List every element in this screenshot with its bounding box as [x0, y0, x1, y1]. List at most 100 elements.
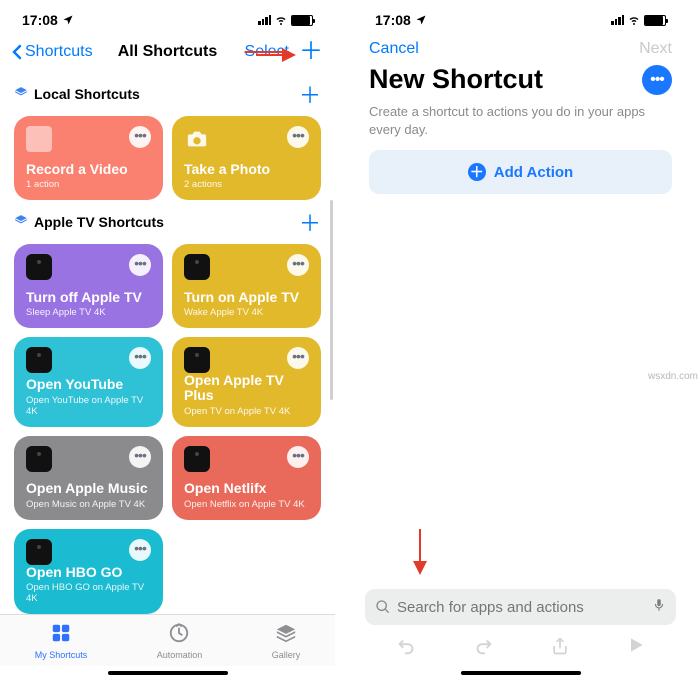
phone-shortcuts-list: 17:08 Shortcuts All Shortcuts Select ＋ [0, 0, 335, 680]
card-more-icon[interactable]: ••• [129, 446, 151, 468]
shortcut-options-button[interactable]: ••• [642, 65, 672, 95]
add-action-label: Add Action [494, 164, 573, 181]
undo-button[interactable] [395, 635, 417, 662]
card-title: Take a Photo [184, 162, 309, 177]
card-subtitle: Open HBO GO on Apple TV 4K [26, 582, 151, 604]
watermark: wsxdn.com [648, 371, 698, 382]
card-subtitle: 2 actions [184, 179, 309, 190]
card-more-icon[interactable]: ••• [129, 126, 151, 148]
card-open-apple-tv-plus[interactable]: ••• Open Apple TV Plus Open TV on Apple T… [172, 337, 321, 427]
card-title: Turn on Apple TV [184, 290, 309, 305]
page-title: New Shortcut [369, 64, 543, 95]
card-more-icon[interactable]: ••• [129, 254, 151, 276]
remote-icon [184, 347, 210, 373]
camera-icon [184, 126, 210, 152]
remote-icon [26, 539, 52, 565]
home-indicator[interactable] [353, 666, 688, 680]
card-title: Record a Video [26, 162, 151, 177]
stack-icon [14, 214, 28, 231]
card-title: Open HBO GO [26, 565, 151, 580]
clock-icon [168, 622, 190, 648]
card-title: Open Netlifx [184, 481, 309, 496]
card-more-icon[interactable]: ••• [287, 347, 309, 369]
tab-label: My Shortcuts [35, 650, 88, 660]
cancel-button[interactable]: Cancel [369, 40, 419, 58]
wifi-icon [273, 14, 289, 26]
share-button[interactable] [550, 635, 570, 662]
tab-label: Automation [157, 650, 203, 660]
remote-icon [26, 347, 52, 373]
card-more-icon[interactable]: ••• [287, 126, 309, 148]
section-apple-tv-shortcuts: Apple TV Shortcuts ＋ [14, 200, 321, 244]
card-record-video[interactable]: ••• Record a Video 1 action [14, 116, 163, 200]
card-subtitle: 1 action [26, 179, 151, 190]
status-bar: 17:08 [353, 0, 688, 36]
section-local-shortcuts: Local Shortcuts ＋ [14, 72, 321, 116]
redo-button[interactable] [473, 635, 495, 662]
tab-automation[interactable]: Automation [157, 622, 203, 660]
card-more-icon[interactable]: ••• [129, 539, 151, 561]
section-add-button[interactable]: ＋ [299, 206, 321, 238]
run-button[interactable] [626, 635, 646, 662]
scroll-indicator[interactable] [330, 200, 333, 400]
microphone-icon[interactable] [652, 596, 666, 618]
card-more-icon[interactable]: ••• [287, 254, 309, 276]
phone-new-shortcut: 17:08 Cancel Next New Shortcut ••• Creat… [353, 0, 688, 680]
search-bar[interactable] [365, 589, 676, 625]
card-subtitle: Sleep Apple TV 4K [26, 307, 151, 318]
card-take-photo[interactable]: ••• Take a Photo 2 actions [172, 116, 321, 200]
next-button[interactable]: Next [639, 40, 672, 58]
nav-bar: Shortcuts All Shortcuts Select ＋ [0, 36, 335, 72]
card-open-netflix[interactable]: ••• Open Netlifx Open Netflix on Apple TV… [172, 436, 321, 520]
remote-icon [26, 446, 52, 472]
card-title: Turn off Apple TV [26, 290, 151, 305]
section-add-button[interactable]: ＋ [299, 78, 321, 110]
stack-icon [14, 86, 28, 103]
card-title: Open YouTube [26, 377, 151, 392]
card-subtitle: Open Netflix on Apple TV 4K [184, 499, 309, 510]
card-subtitle: Open YouTube on Apple TV 4K [26, 395, 151, 417]
subtitle-text: Create a shortcut to actions you do in y… [353, 97, 688, 150]
location-icon [62, 14, 74, 26]
card-subtitle: Open TV on Apple TV 4K [184, 406, 309, 417]
section-title: Apple TV Shortcuts [34, 214, 164, 230]
home-indicator[interactable] [0, 666, 335, 680]
card-turn-on-apple-tv[interactable]: ••• Turn on Apple TVWake Apple TV 4K [172, 244, 321, 328]
search-icon [375, 599, 391, 615]
tab-my-shortcuts[interactable]: My Shortcuts [35, 622, 88, 660]
search-input[interactable] [397, 599, 646, 616]
card-turn-off-apple-tv[interactable]: ••• Turn off Apple TV Sleep Apple TV 4K [14, 244, 163, 328]
grid-icon [50, 622, 72, 648]
card-open-hbo-go[interactable]: ••• Open HBO GO Open HBO GO on Apple TV 4… [14, 529, 163, 614]
annotation-arrow-icon [256, 54, 294, 56]
plus-circle-icon: ＋ [468, 163, 486, 181]
battery-icon [644, 15, 666, 26]
tab-bar: My Shortcuts Automation Gallery [0, 614, 335, 666]
remote-icon [184, 254, 210, 280]
tab-label: Gallery [272, 650, 301, 660]
editor-toolbar [353, 629, 688, 666]
status-time: 17:08 [375, 12, 411, 28]
status-time: 17:08 [22, 12, 58, 28]
back-button[interactable]: Shortcuts [12, 43, 93, 61]
card-open-apple-music[interactable]: ••• Open Apple Music Open Music on Apple … [14, 436, 163, 520]
remote-icon [26, 254, 52, 280]
card-subtitle: Open Music on Apple TV 4K [26, 499, 151, 510]
location-icon [415, 14, 427, 26]
card-open-youtube[interactable]: ••• Open YouTube Open YouTube on Apple TV… [14, 337, 163, 427]
add-shortcut-button[interactable]: ＋ [299, 40, 323, 64]
tab-gallery[interactable]: Gallery [272, 622, 301, 660]
card-more-icon[interactable]: ••• [129, 347, 151, 369]
gallery-icon [275, 622, 297, 648]
card-title: Open Apple TV Plus [184, 373, 309, 404]
page-title: All Shortcuts [118, 43, 218, 61]
card-title: Open Apple Music [26, 481, 151, 496]
remote-icon [184, 446, 210, 472]
battery-icon [291, 15, 313, 26]
ellipsis-icon: ••• [650, 71, 664, 89]
card-more-icon[interactable]: ••• [287, 446, 309, 468]
nav-bar: Cancel Next [353, 36, 688, 62]
status-bar: 17:08 [0, 0, 335, 36]
screen-icon [26, 126, 52, 152]
add-action-button[interactable]: ＋ Add Action [369, 150, 672, 194]
